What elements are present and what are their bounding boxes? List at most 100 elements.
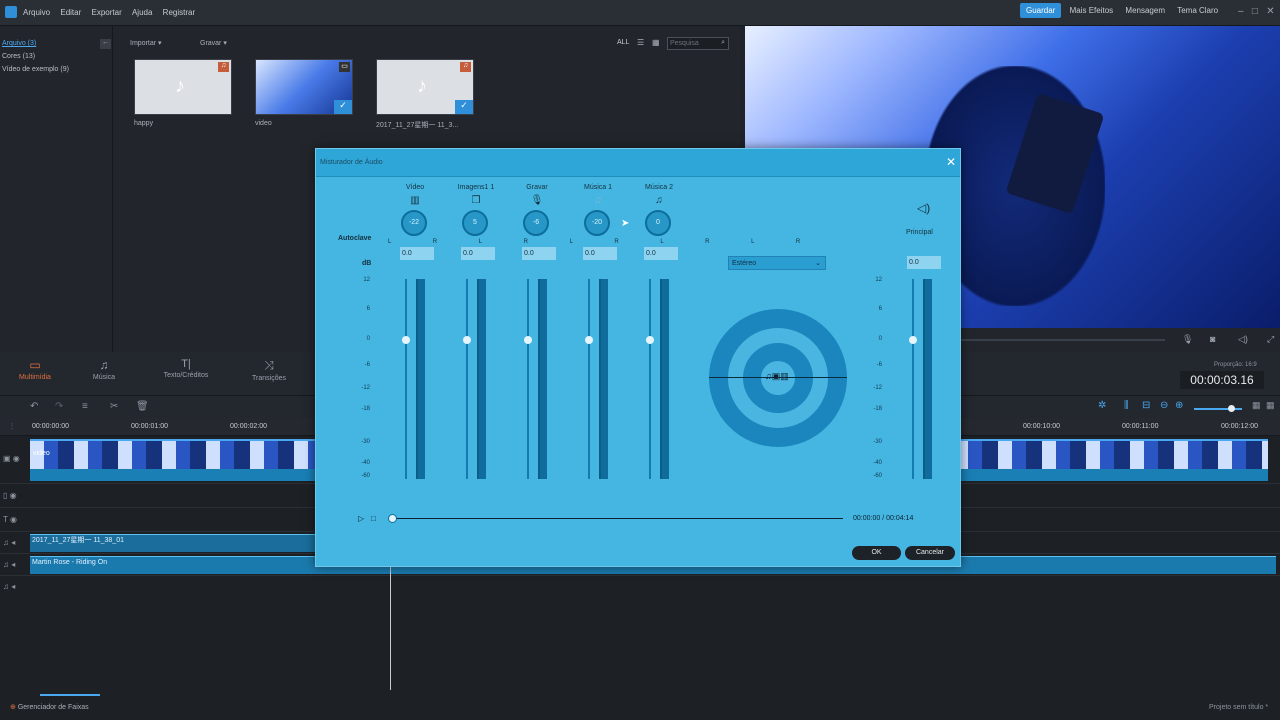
snapshot-icon[interactable]: ◙ (1210, 334, 1215, 344)
grid-view-icon[interactable]: ▦ (652, 38, 660, 47)
volume-fader-handle[interactable] (585, 336, 593, 344)
channel-name: Música 1 (583, 184, 612, 191)
track-manager-button[interactable]: ⊕ Gerenciador de Faixas (10, 703, 89, 711)
playhead[interactable] (390, 566, 391, 690)
pan-position-dial[interactable]: ♫▣▥ (709, 309, 847, 447)
audio-track-icon: ♫ ◂ (3, 538, 16, 547)
volume-fader-handle[interactable] (646, 336, 654, 344)
collapse-sidebar-icon[interactable]: ← (100, 39, 111, 49)
master-fader-track[interactable] (912, 279, 914, 479)
audio-track-icon: ♫ ◂ (3, 582, 16, 591)
zoom-slider-handle[interactable] (1228, 405, 1235, 412)
search-input[interactable]: Pesquisa ⌕ (667, 37, 729, 50)
image-track-icon: ▯ ◉ (3, 491, 17, 500)
menu-editar[interactable]: Editar (60, 8, 81, 17)
pan-knob[interactable]: -22 (401, 210, 427, 236)
db-input[interactable]: 0.0 (644, 247, 678, 260)
menu-arquivo[interactable]: Arquivo (23, 8, 50, 17)
volume-fader-track[interactable] (649, 279, 651, 479)
import-dropdown[interactable]: Importar ▾ (130, 39, 162, 47)
pan-knob[interactable]: 0 (645, 210, 671, 236)
menu-bar: Arquivo Editar Exportar Ajuda Registrar (23, 8, 203, 17)
pan-knob[interactable]: -6 (523, 210, 549, 236)
channel-strip-music-1: Música 1 ♫ -20 0.0 (568, 184, 628, 260)
pan-knob[interactable]: 5 (462, 210, 488, 236)
voiceover-icon[interactable]: 🎙 (1182, 334, 1193, 345)
ruler-tick-label: 00:00:00:00 (32, 423, 69, 430)
master-fader-handle[interactable] (909, 336, 917, 344)
menu-ajuda[interactable]: Ajuda (132, 8, 152, 17)
sidebar-item-cores[interactable]: Cores (13) (2, 53, 112, 66)
undo-icon[interactable]: ↶ (30, 401, 38, 412)
media-item[interactable]: ♪ ♫ ✓ 2017_11_27星期一 11_3... (376, 59, 474, 130)
stop-icon[interactable]: □ (371, 514, 376, 523)
text-icon: T| (181, 358, 191, 370)
tab-texto[interactable]: T| Texto/Créditos (151, 352, 221, 379)
zoom-out-icon[interactable]: ⊖ (1160, 400, 1168, 411)
ok-button[interactable]: OK (852, 546, 901, 560)
grid-icon[interactable]: ▦ (1266, 400, 1275, 411)
adjust-icon[interactable]: ≡ (82, 401, 88, 412)
cancel-button[interactable]: Cancelar (905, 546, 955, 560)
cut-icon[interactable]: ✂ (110, 401, 118, 412)
tab-musica[interactable]: ♫ Música (69, 352, 139, 381)
volume-fader-handle[interactable] (524, 336, 532, 344)
sidebar-item-arquivo[interactable]: Arquivo (3) (2, 40, 112, 53)
volume-fader-track[interactable] (527, 279, 529, 479)
sidebar-item-sample-video[interactable]: Vídeo de exemplo (9) (2, 66, 112, 79)
close-icon[interactable]: ✕ (946, 155, 956, 169)
db-input[interactable]: 0.0 (400, 247, 434, 260)
aspect-ratio: Proporção: 16:9 (1214, 362, 1257, 368)
media-item[interactable]: ♪ ♫ happy (134, 59, 232, 127)
tab-transicoes[interactable]: ⤨ Transições (234, 352, 304, 382)
split-icon[interactable]: ⊟ (1142, 400, 1150, 411)
maximize-icon[interactable]: □ (1252, 6, 1258, 17)
principal-db-input[interactable]: 0.0 (907, 256, 941, 269)
filter-all[interactable]: ALL (617, 39, 629, 46)
stereo-mode-select[interactable]: Estéreo ⌄ (728, 256, 826, 270)
list-view-icon[interactable]: ☰ (637, 38, 644, 47)
redo-icon[interactable]: ↷ (55, 401, 63, 412)
fullscreen-icon[interactable]: ⤢ (1267, 334, 1274, 345)
minimize-icon[interactable]: – (1238, 6, 1244, 17)
volume-fader-track[interactable] (405, 279, 407, 479)
scroll-indicator[interactable] (40, 694, 100, 696)
db-input[interactable]: 0.0 (583, 247, 617, 260)
tab-multimidia[interactable]: ▭ Multimídia (0, 352, 70, 381)
track-view-icon[interactable]: ▦ (1252, 400, 1261, 411)
speaker-icon: ◁) (917, 201, 931, 215)
pan-knob[interactable]: -20 (584, 210, 610, 236)
mouse-cursor-icon: ➤ (621, 218, 630, 229)
media-item[interactable]: ▭ ✓ video (255, 59, 353, 127)
volume-fader-track[interactable] (466, 279, 468, 479)
volume-fader-handle[interactable] (402, 336, 410, 344)
audio-clip[interactable]: 2017_11_27星期一 11_38_01 (30, 534, 330, 552)
volume-icon[interactable]: ◁) (1238, 334, 1248, 345)
playback-handle[interactable] (388, 514, 397, 523)
video-thumbnail: ▭ ✓ (255, 59, 353, 115)
video-badge-icon: ▭ (339, 62, 350, 72)
delete-icon[interactable]: 🗑 (136, 401, 149, 412)
audio-mixer-icon[interactable]: ⫼ (1124, 400, 1129, 411)
db-input[interactable]: 0.0 (461, 247, 495, 260)
render-icon[interactable]: ✲ (1098, 400, 1106, 411)
volume-fader-track[interactable] (588, 279, 590, 479)
record-dropdown[interactable]: Gravar ▾ (200, 39, 227, 47)
play-icon[interactable]: ▷ (358, 514, 364, 523)
db-input[interactable]: 0.0 (522, 247, 556, 260)
ruler-settings-icon[interactable]: ⫶ (11, 422, 13, 432)
playback-progress[interactable] (392, 518, 843, 519)
more-effects-button[interactable]: Mais Efeitos (1070, 6, 1114, 15)
zoom-in-icon[interactable]: ⊕ (1175, 400, 1183, 411)
save-button[interactable]: Guardar (1020, 3, 1062, 18)
messages-button[interactable]: Mensagem (1125, 6, 1165, 15)
theme-button[interactable]: Tema Claro (1177, 6, 1218, 15)
close-window-icon[interactable]: ✕ (1266, 6, 1274, 17)
ruler-tick-label: 00:00:11:00 (1122, 423, 1159, 430)
library-sidebar: Arquivo (3) Cores (13) Vídeo de exemplo … (0, 26, 113, 352)
music-note-icon: ♪ (417, 75, 427, 97)
menu-exportar[interactable]: Exportar (92, 8, 122, 17)
folder-icon: ▭ (29, 358, 41, 372)
menu-registrar[interactable]: Registrar (163, 8, 195, 17)
volume-fader-handle[interactable] (463, 336, 471, 344)
